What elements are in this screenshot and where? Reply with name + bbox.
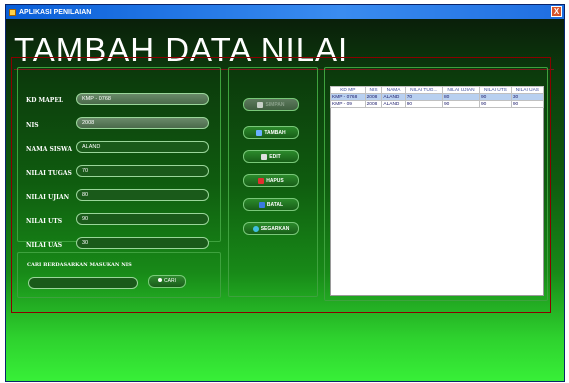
search-input[interactable] [28,277,138,289]
edit-button-label: EDIT [269,153,281,160]
nama-siswa-field[interactable]: ALAND [76,141,209,153]
close-button[interactable]: X [551,6,562,17]
nilai-ujian-label: NILAI UJIAN [26,194,70,201]
table-cell: 2008 [364,93,383,101]
table-cell: 2008 [364,100,383,108]
simpan-button[interactable]: SIMPAN [243,98,299,111]
nilai-ujian-field[interactable]: 80 [76,189,209,201]
batal-button-label: BATAL [266,201,284,208]
table-cell: KMP - 0768 [330,93,366,101]
refresh-icon [252,225,259,232]
app-icon [9,8,16,16]
kd-mapel-field[interactable]: KMP - 0768 [76,93,209,105]
pencil-icon [261,153,268,160]
edit-button[interactable]: EDIT [243,150,299,163]
segarkan-button-label: SEGARKAN [260,225,290,232]
table-cell: ALAND [381,100,406,108]
search-icon [158,278,163,282]
table-cell: 70 [404,93,443,101]
window-title: APLIKASI PENILAIAN [19,8,92,16]
nilai-tugas-label: NILAI TUGAS [26,170,72,177]
table-cell: 90 [404,100,443,108]
column-header[interactable]: NILAI UTS [479,86,512,94]
table-cell: 30 [510,93,545,101]
column-header[interactable]: KD MP [330,86,366,94]
hapus-button-label: HAPUS [266,177,284,184]
kd-mapel-label: KD MAPEL [26,97,64,104]
cari-button[interactable]: CARI [148,275,186,288]
hapus-button[interactable]: HAPUS [243,174,299,187]
cari-button-label: CARI [164,278,176,284]
table-cell: 90 [510,100,545,108]
table-cell: 90 [479,93,512,101]
table-background [330,86,544,296]
nilai-uas-field[interactable]: 30 [76,237,209,249]
tambah-button[interactable]: TAMBAH [243,126,299,139]
table-row[interactable]: KMP - 09 2008 ALAND 90 90 90 90 [330,100,545,108]
undo-icon [258,201,265,208]
column-header[interactable]: NIS [364,86,383,94]
nis-field[interactable]: 2008 [76,117,209,129]
table-cell: 80 [441,93,481,101]
nilai-table: KD MP NIS NAMA NILAI TUG... NILAI UJIAN … [330,86,545,108]
table-cell: KMP - 09 [330,100,366,108]
plus-icon [256,129,263,136]
save-icon [257,101,264,108]
nilai-uas-label: NILAI UAS [26,242,63,249]
table-cell: 90 [479,100,512,108]
column-header[interactable]: NILAI UJIAN [441,86,481,94]
nilai-uts-field[interactable]: 90 [76,213,209,225]
nilai-tugas-field[interactable]: 70 [76,165,209,177]
search-panel [17,252,221,298]
title-bar[interactable]: APLIKASI PENILAIAN X [6,5,564,19]
batal-button[interactable]: BATAL [243,198,299,211]
table-cell: 90 [441,100,481,108]
simpan-button-label: SIMPAN [265,101,285,108]
delete-icon [258,177,265,184]
column-header[interactable]: NAMA [381,86,406,94]
table-cell: ALAND [381,93,406,101]
nis-label: NIS [26,122,39,129]
tambah-button-label: TAMBAH [264,129,286,136]
table-header-row: KD MP NIS NAMA NILAI TUG... NILAI UJIAN … [330,86,545,94]
segarkan-button[interactable]: SEGARKAN [243,222,299,235]
search-label: CARI BERDASARKAN MASUKAN NIS [27,262,132,268]
nilai-uts-label: NILAI UTS [26,218,63,225]
column-header[interactable]: NILAI TUG... [404,86,443,94]
column-header[interactable]: NILAI UAS [510,86,545,94]
table-row[interactable]: KMP - 0768 2008 ALAND 70 80 90 30 [330,93,545,101]
nama-siswa-label: NAMA SISWA [26,146,73,153]
